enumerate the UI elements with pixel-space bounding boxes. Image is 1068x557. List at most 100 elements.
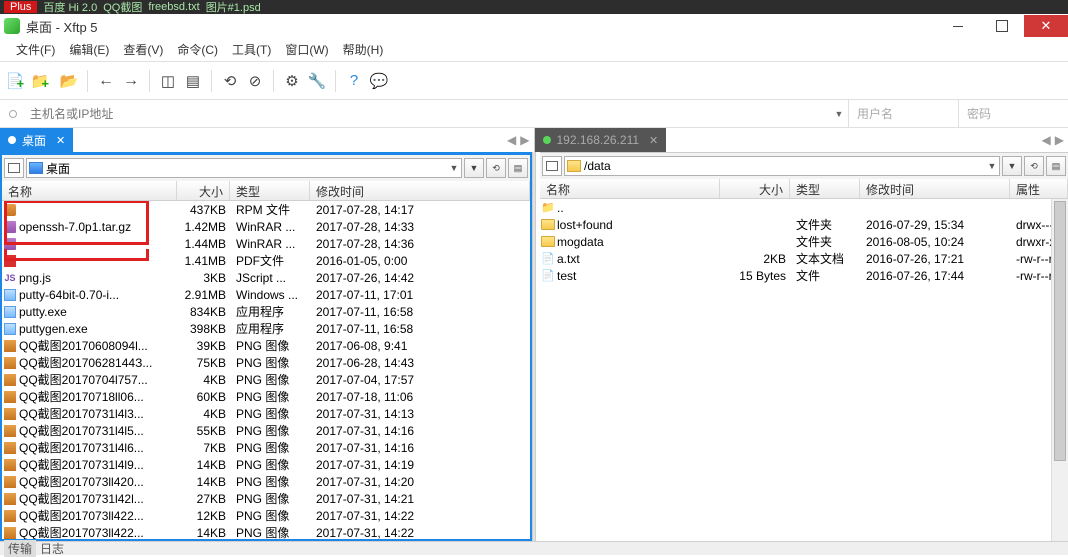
file-row[interactable]: putty-64bit-0.70-i... 2.91MB Windows ...… xyxy=(2,286,530,303)
new-file-icon[interactable]: 📄+ xyxy=(8,70,30,92)
pane-icon[interactable]: ◫ xyxy=(157,70,179,92)
tool1-icon[interactable]: ⚙ xyxy=(281,70,303,92)
file-icon xyxy=(4,425,16,437)
file-row[interactable]: test 15 Bytes 文件 2016-07-26, 17:44-rw-r-… xyxy=(540,267,1068,284)
menu-item[interactable]: 文件(F) xyxy=(10,39,61,60)
file-row[interactable]: QQ截图2017073ll422... 12KB PNG 图像 2017-07-… xyxy=(2,507,530,524)
tool2-icon[interactable]: 🔧 xyxy=(306,70,328,92)
help-icon[interactable]: ? xyxy=(343,70,365,92)
col-size[interactable]: 大小 xyxy=(720,179,790,198)
status-tab-log[interactable]: 日志 xyxy=(40,540,64,557)
file-row[interactable]: 1.41MB PDF文件 2016-01-05, 0:00 xyxy=(2,252,530,269)
col-mod[interactable]: 修改时间 xyxy=(310,181,530,200)
file-row[interactable]: QQ截图20170608094l... 39KB PNG 图像 2017-06-… xyxy=(2,337,530,354)
remote-file-list[interactable]: .. lost+found 文件夹 2016-07-29, 15:34drwx-… xyxy=(540,199,1068,541)
col-type[interactable]: 类型 xyxy=(790,179,860,198)
col-attr[interactable]: 属性 xyxy=(1010,179,1068,198)
file-row[interactable]: mogdata 文件夹 2016-08-05, 10:24drwxr-xr-x xyxy=(540,233,1068,250)
os-taskbar: Plus百度 Hi 2.0QQ截图freebsd.txt图片#1.psd xyxy=(0,0,1068,14)
nav-back-icon[interactable]: ▼ xyxy=(464,158,484,178)
file-row[interactable]: openssh-7.0p1.tar.gz 1.42MB WinRAR ... 2… xyxy=(2,218,530,235)
menu-item[interactable]: 查看(V) xyxy=(117,39,169,60)
remote-path-input[interactable]: /data ▼ xyxy=(564,156,1000,176)
refresh-button[interactable]: ⟲ xyxy=(486,158,506,178)
tab-close-icon[interactable]: ✕ xyxy=(649,134,658,147)
path-dropdown-icon[interactable]: ▼ xyxy=(447,163,461,173)
file-row[interactable]: png.js 3KB JScript ... 2017-07-26, 14:42 xyxy=(2,269,530,286)
back-icon[interactable]: ← xyxy=(95,70,117,92)
file-row[interactable]: a.txt 2KB 文本文档 2016-07-26, 17:21-rw-r--r… xyxy=(540,250,1068,267)
file-row[interactable]: QQ截图20170704l757... 4KB PNG 图像 2017-07-0… xyxy=(2,371,530,388)
grid-icon[interactable]: ▤ xyxy=(182,70,204,92)
splitter[interactable] xyxy=(532,152,536,541)
open-icon[interactable]: 📂 xyxy=(58,70,80,92)
tab-close-icon[interactable]: ✕ xyxy=(56,134,65,147)
options-button[interactable]: ▤ xyxy=(1046,156,1066,176)
close-button[interactable] xyxy=(1024,15,1068,37)
col-name[interactable]: 名称 xyxy=(540,179,720,198)
file-type: 文件 xyxy=(790,267,860,284)
tab-next-icon[interactable]: ▶ xyxy=(520,133,529,147)
host-dropdown-icon[interactable]: ▼ xyxy=(830,109,848,119)
new-folder-icon[interactable]: 📁+ xyxy=(33,70,55,92)
path-dropdown-icon[interactable]: ▼ xyxy=(985,161,999,171)
tab-local[interactable]: 桌面 ✕ xyxy=(0,128,73,152)
file-name: puttygen.exe xyxy=(18,322,177,336)
col-type[interactable]: 类型 xyxy=(230,181,310,200)
refresh-icon[interactable]: ⟲ xyxy=(219,70,241,92)
status-tab-transfer[interactable]: 传输 xyxy=(4,540,36,557)
options-button[interactable]: ▤ xyxy=(508,158,528,178)
tab-prev-icon[interactable]: ◀ xyxy=(1042,133,1051,147)
minimize-button[interactable] xyxy=(936,15,980,37)
file-row[interactable]: QQ截图2017073ll422... 14KB PNG 图像 2017-07-… xyxy=(2,524,530,539)
col-size[interactable]: 大小 xyxy=(177,181,230,200)
remote-header[interactable]: 名称 大小 类型 修改时间 属性 xyxy=(540,179,1068,199)
file-row[interactable]: 1.44MB WinRAR ... 2017-07-28, 14:36 xyxy=(2,235,530,252)
nav-back-icon[interactable]: ▼ xyxy=(1002,156,1022,176)
local-file-list[interactable]: 437KB RPM 文件 2017-07-28, 14:17 openssh-7… xyxy=(2,201,530,539)
file-row[interactable]: puttygen.exe 398KB 应用程序 2017-07-11, 16:5… xyxy=(2,320,530,337)
file-row[interactable]: QQ截图20170731l42l... 27KB PNG 图像 2017-07-… xyxy=(2,490,530,507)
col-mod[interactable]: 修改时间 xyxy=(860,179,1010,198)
forward-icon[interactable]: → xyxy=(120,70,142,92)
file-row[interactable]: QQ截图20170628144З... 75KB PNG 图像 2017-06-… xyxy=(2,354,530,371)
tab-next-icon[interactable]: ▶ xyxy=(1055,133,1064,147)
local-path-input[interactable]: 桌面 ▼ xyxy=(26,158,462,178)
refresh-button[interactable]: ⟲ xyxy=(1024,156,1044,176)
tab-prev-icon[interactable]: ◀ xyxy=(507,133,516,147)
file-row[interactable]: lost+found 文件夹 2016-07-29, 15:34drwx----… xyxy=(540,216,1068,233)
file-row[interactable]: QQ截图20170731l4l5... 55KB PNG 图像 2017-07-… xyxy=(2,422,530,439)
local-path-row: 桌面 ▼ ▼ ⟲ ▤ xyxy=(2,155,530,181)
file-mod: 2017-06-28, 14:43 xyxy=(310,356,530,370)
maximize-button[interactable] xyxy=(980,15,1024,37)
up-dir-button[interactable] xyxy=(4,158,24,178)
file-row[interactable]: QQ截图20170718ll06... 60KB PNG 图像 2017-07-… xyxy=(2,388,530,405)
chat-icon[interactable]: 💬 xyxy=(368,70,390,92)
menu-item[interactable]: 窗口(W) xyxy=(279,39,334,60)
remote-path-row: /data ▼ ▼ ⟲ ▤ xyxy=(540,153,1068,179)
col-name[interactable]: 名称 xyxy=(2,181,177,200)
stop-icon[interactable]: ⊘ xyxy=(244,70,266,92)
tab-remote[interactable]: 192.168.26.211 ✕ xyxy=(535,128,667,152)
file-row[interactable]: .. xyxy=(540,199,1068,216)
file-row[interactable]: QQ截图20170731l4l3... 4KB PNG 图像 2017-07-3… xyxy=(2,405,530,422)
file-row[interactable]: 437KB RPM 文件 2017-07-28, 14:17 xyxy=(2,201,530,218)
menu-item[interactable]: 命令(C) xyxy=(171,39,224,60)
menu-item[interactable]: 帮助(H) xyxy=(337,39,390,60)
file-row[interactable]: putty.exe 834KB 应用程序 2017-07-11, 16:58 xyxy=(2,303,530,320)
file-row[interactable]: QQ截图2017073ll420... 14KB PNG 图像 2017-07-… xyxy=(2,473,530,490)
file-type: PNG 图像 xyxy=(230,524,310,539)
password-input[interactable]: 密码 xyxy=(958,100,1068,127)
file-icon xyxy=(4,340,16,352)
file-icon xyxy=(4,323,16,335)
file-mod: 2017-07-31, 14:16 xyxy=(310,424,530,438)
username-input[interactable]: 用户名 xyxy=(848,100,958,127)
file-row[interactable]: QQ截图20170731l4l6... 7KB PNG 图像 2017-07-3… xyxy=(2,439,530,456)
file-row[interactable]: QQ截图20170731l4l9... 14KB PNG 图像 2017-07-… xyxy=(2,456,530,473)
scrollbar[interactable] xyxy=(1051,199,1068,541)
menu-item[interactable]: 工具(T) xyxy=(226,39,277,60)
up-dir-button[interactable] xyxy=(542,156,562,176)
local-header[interactable]: 名称 大小 类型 修改时间 xyxy=(2,181,530,201)
menu-item[interactable]: 编辑(E) xyxy=(63,39,115,60)
host-input[interactable] xyxy=(26,100,830,127)
